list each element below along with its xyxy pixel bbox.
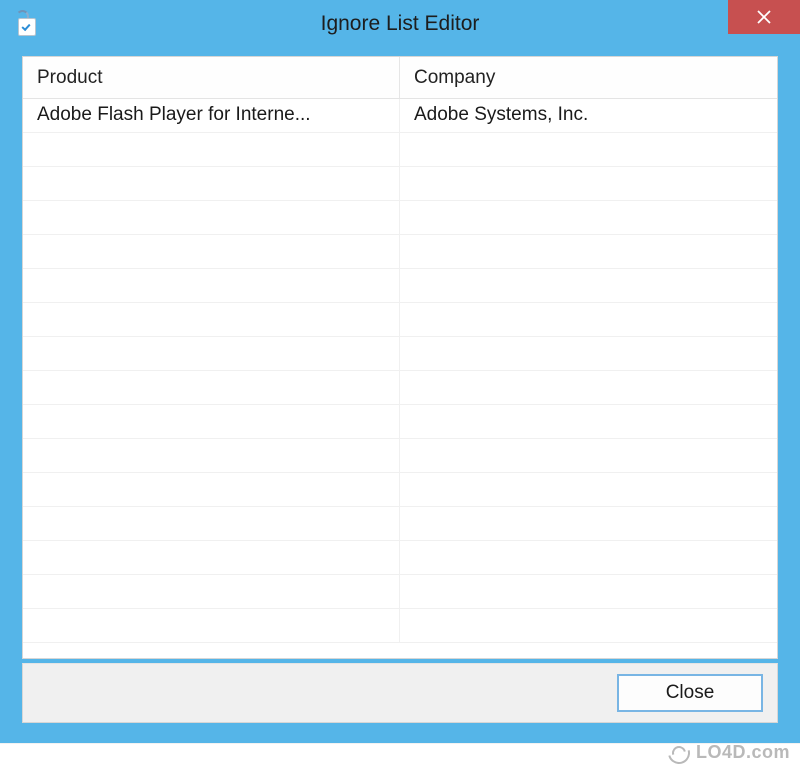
titlebar[interactable]: Ignore List Editor	[0, 0, 800, 48]
table-row-empty	[23, 439, 777, 473]
table-row-empty	[23, 405, 777, 439]
watermark-logo-icon	[666, 740, 690, 764]
column-header-product[interactable]: Product	[23, 57, 400, 98]
list-view[interactable]: Product Company Adobe Flash Player for I…	[22, 56, 778, 659]
cell-product: Adobe Flash Player for Interne...	[23, 99, 400, 132]
list-body[interactable]: Adobe Flash Player for Interne...Adobe S…	[23, 99, 777, 658]
window-title: Ignore List Editor	[321, 12, 480, 36]
table-row-empty	[23, 269, 777, 303]
table-row-empty	[23, 473, 777, 507]
cell-company: Adobe Systems, Inc.	[400, 99, 777, 132]
window-close-button[interactable]	[728, 0, 800, 34]
table-row-empty	[23, 507, 777, 541]
table-row-empty	[23, 201, 777, 235]
list-header[interactable]: Product Company	[23, 57, 777, 99]
close-button[interactable]: Close	[617, 674, 763, 712]
dialog-window: Ignore List Editor Product Company Adobe…	[0, 0, 800, 743]
table-row-empty	[23, 133, 777, 167]
app-icon	[14, 12, 38, 36]
table-row-empty	[23, 303, 777, 337]
watermark: LO4D.com	[666, 740, 790, 764]
table-row-empty	[23, 575, 777, 609]
table-row-empty	[23, 337, 777, 371]
close-icon	[757, 10, 771, 24]
table-row-empty	[23, 167, 777, 201]
dialog-footer: Close	[22, 663, 778, 723]
table-row-empty	[23, 609, 777, 643]
table-row-empty	[23, 235, 777, 269]
table-row[interactable]: Adobe Flash Player for Interne...Adobe S…	[23, 99, 777, 133]
table-row-empty	[23, 541, 777, 575]
watermark-text: LO4D.com	[696, 742, 790, 763]
column-header-company[interactable]: Company	[400, 57, 777, 98]
table-row-empty	[23, 371, 777, 405]
